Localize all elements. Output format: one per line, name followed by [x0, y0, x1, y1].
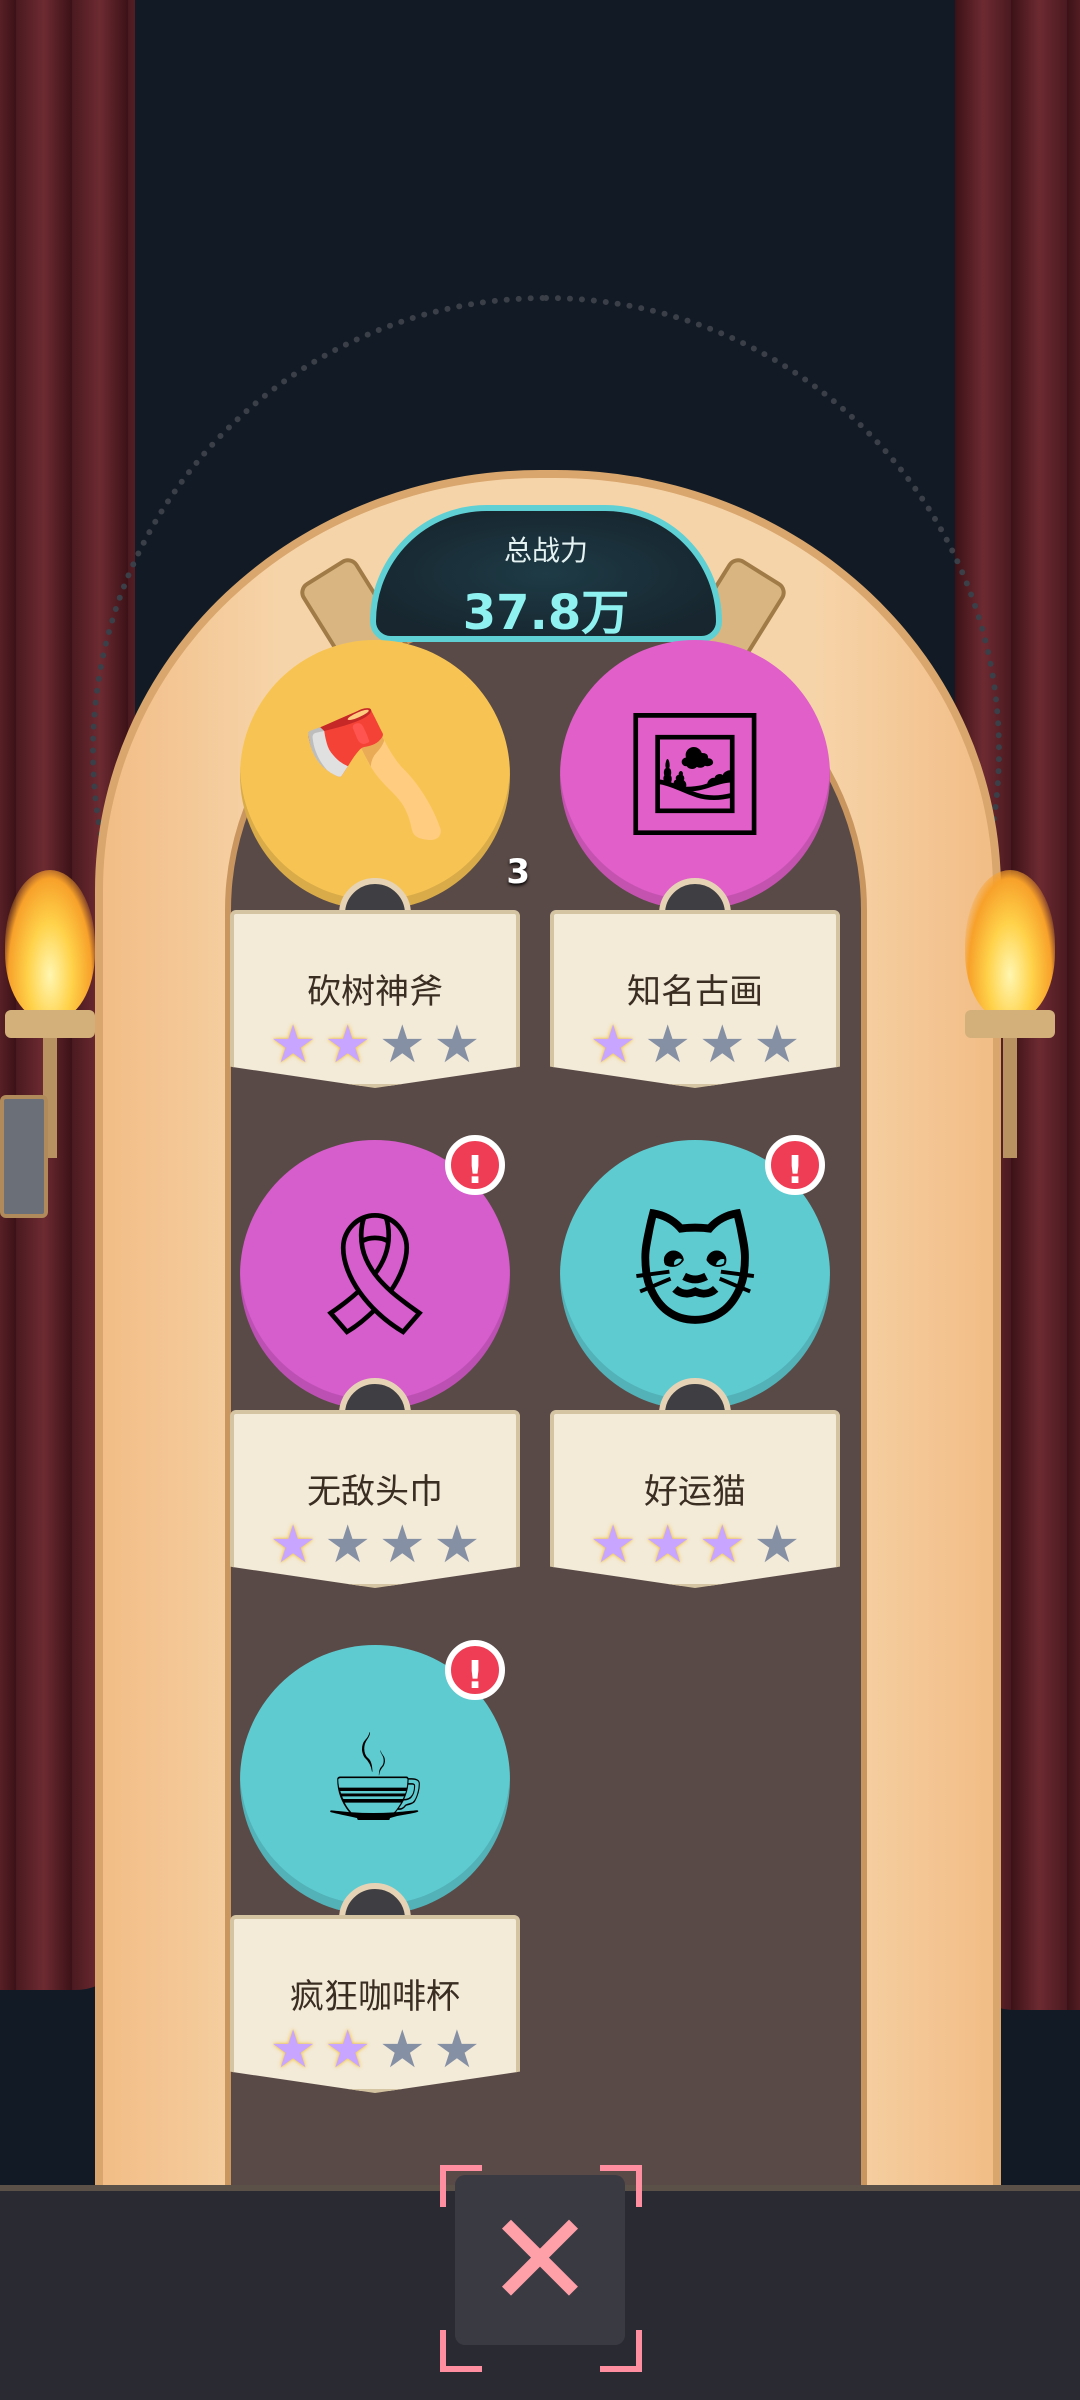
torch-bowl — [965, 1010, 1055, 1038]
item-name: 好运猫 — [644, 1472, 746, 1512]
star-filled-icon: ★ — [269, 1015, 317, 1075]
item-name-plate: 砍树神斧 ★ ★ ★ ★ — [230, 910, 520, 1088]
star-filled-icon: ★ — [589, 1515, 637, 1575]
axe-icon: 🪓 — [300, 705, 450, 844]
star-empty-icon: ★ — [753, 1515, 801, 1575]
star-filled-icon: ★ — [324, 1015, 371, 1075]
star-filled-icon: ★ — [644, 1515, 691, 1575]
alert-badge: ! — [445, 1135, 505, 1195]
star-filled-icon: ★ — [269, 2020, 317, 2080]
star-empty-icon: ★ — [699, 1015, 746, 1075]
item-name: 知名古画 — [627, 972, 763, 1012]
star-empty-icon: ★ — [379, 1015, 426, 1075]
star-empty-icon: ★ — [433, 1515, 481, 1575]
alert-badge: ! — [765, 1135, 825, 1195]
star-filled-icon: ★ — [699, 1515, 746, 1575]
item-card-headband[interactable]: 🎗! 无敌头巾 ★ ★ ★ ★ — [230, 1135, 520, 1588]
item-name-plate: 知名古画 ★ ★ ★ ★ — [550, 910, 840, 1088]
close-icon: ✕ — [485, 2184, 595, 2336]
star-empty-icon: ★ — [379, 2020, 426, 2080]
item-card-lucky-cat[interactable]: 🐱! 好运猫 ★ ★ ★ ★ — [550, 1135, 840, 1588]
item-card-painting[interactable]: 🖼 知名古画 ★ ★ ★ ★ — [550, 640, 840, 1088]
item-card-axe[interactable]: 🪓 3 砍树神斧 ★ ★ ★ ★ — [230, 640, 530, 1088]
item-icon-circle[interactable]: 🐱! — [560, 1135, 830, 1450]
tiger-painting-icon: 🖼 — [618, 705, 772, 844]
star-filled-icon: ★ — [589, 1015, 637, 1075]
flame-icon — [5, 870, 95, 1020]
item-name-plate: 无敌头巾 ★ ★ ★ ★ — [230, 1410, 520, 1588]
item-count: 3 — [506, 852, 530, 892]
star-rating: ★ ★ ★ ★ — [554, 1019, 836, 1071]
star-rating: ★ ★ ★ ★ — [234, 1519, 516, 1571]
item-name-plate: 好运猫 ★ ★ ★ ★ — [550, 1410, 840, 1588]
total-power-badge: 总战力 37.8万 — [370, 505, 722, 642]
alert-badge: ! — [445, 1640, 505, 1700]
star-rating: ★ ★ ★ ★ — [234, 1019, 516, 1071]
item-icon-circle[interactable]: ☕! — [240, 1640, 510, 1955]
item-name: 疯狂咖啡杯 — [290, 1977, 460, 2017]
victory-headband-icon: 🎗 — [298, 1205, 452, 1344]
star-filled-icon: ★ — [324, 2020, 371, 2080]
total-power-label: 总战力 — [503, 534, 588, 567]
item-name: 无敌头巾 — [307, 1472, 443, 1512]
star-empty-icon: ★ — [433, 1015, 481, 1075]
item-card-coffee-cup[interactable]: ☕! 疯狂咖啡杯 ★ ★ ★ ★ — [230, 1640, 520, 2093]
star-empty-icon: ★ — [644, 1015, 691, 1075]
star-empty-icon: ★ — [753, 1015, 801, 1075]
torch-arm — [1003, 1038, 1017, 1158]
item-icon-circle[interactable]: 🖼 — [560, 640, 830, 950]
side-panel-tab[interactable] — [0, 1095, 48, 1218]
total-power-value: 37.8万 — [462, 585, 630, 641]
star-empty-icon: ★ — [433, 2020, 481, 2080]
flame-icon — [965, 870, 1055, 1020]
star-filled-icon: ★ — [269, 1515, 317, 1575]
item-icon-circle[interactable]: 🪓 3 — [240, 640, 530, 950]
coffee-cup-icon: ☕ — [321, 1710, 429, 1849]
item-name-plate: 疯狂咖啡杯 ★ ★ ★ ★ — [230, 1915, 520, 2093]
item-name: 砍树神斧 — [307, 972, 443, 1012]
game-scene: 总战力 37.8万 🪓 3 砍树神斧 ★ ★ ★ ★ 🖼 知名古画 ★ ★ ★ ★ 🎗! 无敌头巾 ★ ★ ★… — [0, 0, 1080, 2400]
star-rating: ★ ★ ★ ★ — [554, 1519, 836, 1571]
torch-bowl — [5, 1010, 95, 1038]
star-empty-icon: ★ — [379, 1515, 426, 1575]
star-rating: ★ ★ ★ ★ — [234, 2024, 516, 2076]
close-button[interactable]: ✕ — [455, 2175, 625, 2345]
right-torch — [965, 870, 1055, 1158]
star-empty-icon: ★ — [324, 1515, 371, 1575]
lucky-cat-icon: 🐱 — [632, 1205, 758, 1344]
item-icon-circle[interactable]: 🎗! — [240, 1135, 510, 1450]
